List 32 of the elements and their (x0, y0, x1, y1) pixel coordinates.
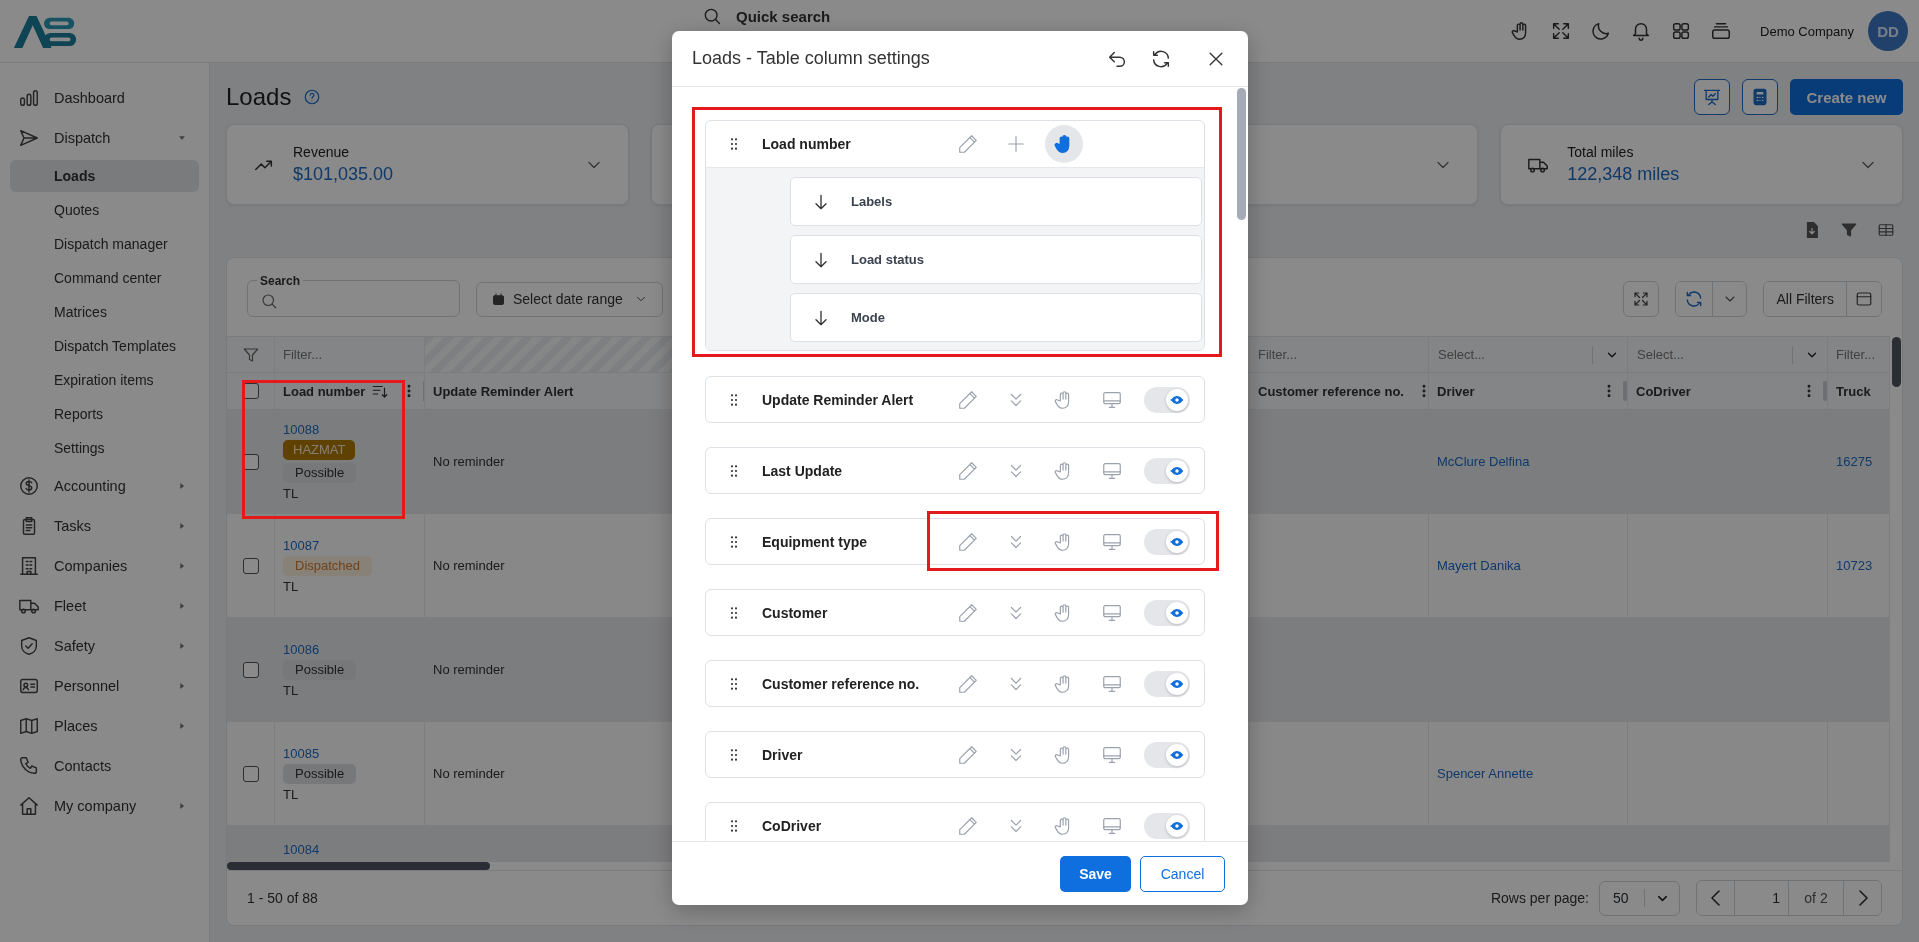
stat-value: $101,035.00 (293, 164, 394, 185)
column-name: Customer reference no. (762, 675, 921, 692)
status-tag: Dispatched (283, 555, 373, 576)
mode-text: TL (283, 486, 299, 501)
pagination-range: 1 - 50 of 88 (247, 890, 318, 906)
field-label: Search (259, 273, 302, 288)
status-tag: Possible (283, 659, 357, 680)
dialog-title: Loads - Table column settings (692, 48, 930, 69)
mode-text: TL (283, 578, 299, 594)
stat-value: 122,348 miles (1567, 164, 1680, 185)
column-name: Load number (762, 136, 852, 152)
page-title: Loads (226, 83, 292, 111)
table-cell: No reminder (433, 766, 505, 781)
column-name: Driver (762, 746, 804, 763)
column-name: Mode (851, 310, 885, 325)
stat-label: Total miles (1567, 144, 1635, 160)
mode-text: TL (283, 786, 299, 802)
column-name: Last Update (762, 462, 844, 479)
column-name: Load status (851, 252, 924, 267)
rows-per-page-label: Rows per page: (1490, 890, 1589, 906)
table-cell: No reminder (433, 662, 505, 677)
status-tag: Possible (283, 763, 357, 784)
column-name: Update Reminder Alert (762, 391, 915, 408)
stat-label: Revenue (293, 144, 351, 160)
status-tag: Possible (283, 463, 357, 483)
column-name: Equipment type (762, 533, 868, 550)
table-cell: No reminder (433, 558, 505, 573)
column-name: Labels (851, 194, 893, 209)
status-tag: HAZMAT (283, 440, 356, 460)
mode-text: TL (283, 682, 299, 698)
column-name: Customer (762, 604, 829, 621)
table-cell: No reminder (433, 454, 505, 469)
